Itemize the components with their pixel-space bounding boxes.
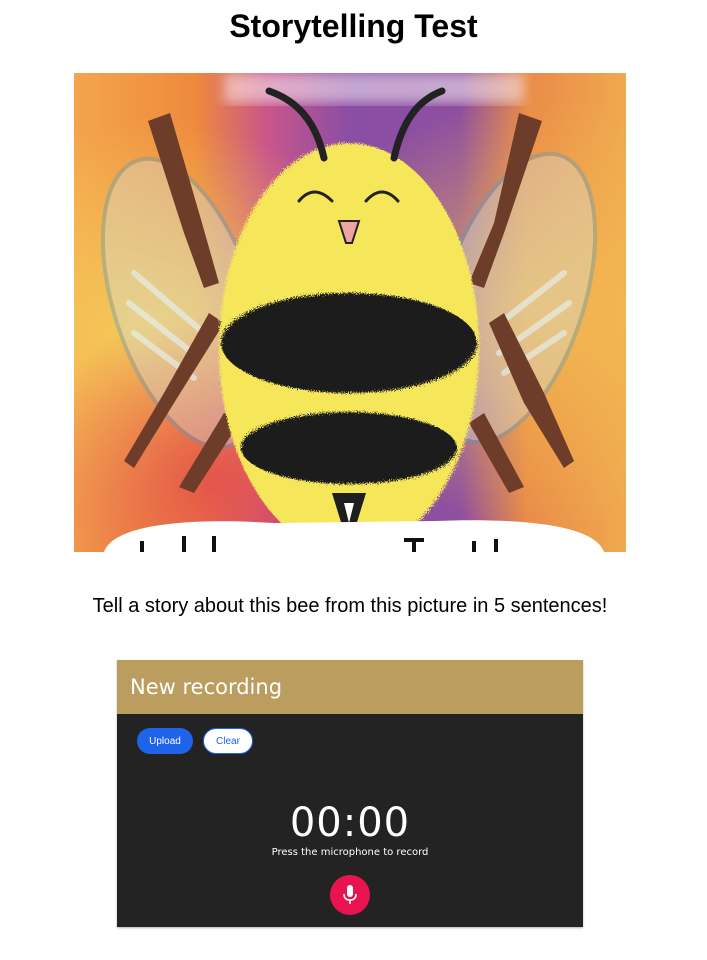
recorder-actions: Upload Clear (137, 728, 253, 754)
page-title: Storytelling Test (229, 8, 478, 44)
microphone-icon (343, 885, 357, 904)
recorder-header: New recording (117, 660, 583, 714)
upload-button[interactable]: Upload (137, 728, 193, 754)
record-hint: Press the microphone to record (271, 847, 429, 858)
record-button[interactable] (330, 875, 370, 915)
bee-illustration (74, 73, 626, 552)
story-prompt: Tell a story about this bee from this pi… (92, 595, 608, 617)
recorder-title: New recording (130, 675, 283, 699)
recording-timer: 00:00 (289, 800, 411, 846)
audio-recorder: New recording Upload Clear 00:00 Press t… (117, 660, 583, 927)
clear-button[interactable]: Clear (203, 728, 253, 754)
